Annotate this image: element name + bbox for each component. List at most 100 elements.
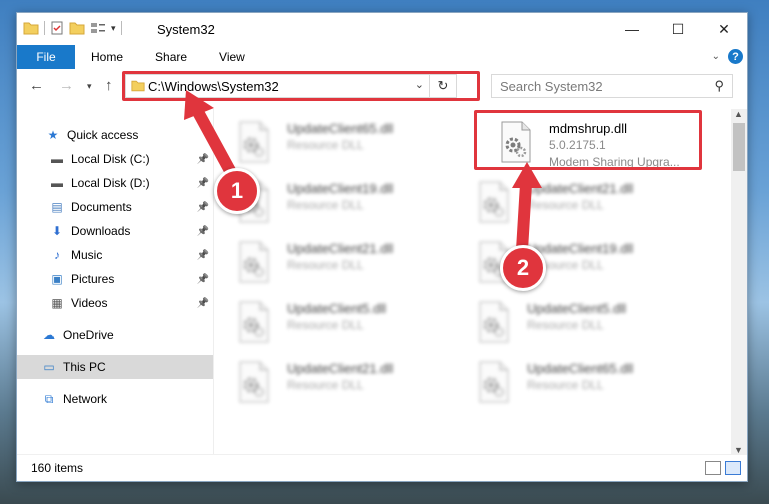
forward-icon[interactable]: → (59, 77, 74, 94)
sidebar-item-label: Network (63, 392, 108, 406)
file-item[interactable]: UpdateClient21.dll Resource DLL (455, 177, 681, 231)
new-folder-icon[interactable] (69, 21, 85, 35)
file-type: Resource DLL (287, 138, 364, 152)
file-type: Resource DLL (287, 318, 364, 332)
star-icon: ★ (47, 128, 59, 142)
pin-icon[interactable]: 📌 (197, 202, 209, 213)
sidebar-item-quick-access[interactable]: ★ Quick access (17, 123, 213, 147)
documents-icon: ▤ (51, 200, 63, 214)
file-name: UpdateClient21.dll (287, 241, 394, 256)
address-highlight-box (122, 71, 480, 101)
pin-icon[interactable]: 📌 (197, 226, 209, 237)
tab-home[interactable]: Home (75, 45, 139, 69)
music-icon: ♪ (54, 248, 60, 262)
dll-file-icon (477, 181, 511, 223)
minimize-button[interactable]: — (609, 13, 655, 45)
pin-icon[interactable]: 📌 (197, 274, 209, 285)
help-icon[interactable]: ? (728, 49, 743, 64)
pin-icon[interactable]: 📌 (197, 250, 209, 261)
item-count: 160 items (31, 461, 84, 475)
sidebar-item-videos[interactable]: ▦ Videos 📌 (17, 291, 213, 315)
download-icon: ⬇ (51, 224, 63, 238)
drive-icon: ▬ (51, 176, 63, 190)
file-name: UpdateClient21.dll (527, 181, 634, 196)
file-item[interactable]: UpdateClient21.dll Resource DLL (215, 237, 441, 291)
drive-icon: ▬ (51, 152, 63, 166)
file-item[interactable]: UpdateClient65.dll Resource DLL (215, 117, 441, 171)
details-view-icon[interactable] (705, 461, 721, 475)
window-title: System32 (157, 22, 215, 37)
file-item[interactable]: UpdateClient5.dll Resource DLL (455, 297, 681, 351)
pictures-icon: ▣ (51, 272, 63, 286)
sidebar-item-label: Downloads (71, 224, 131, 238)
sidebar-item-label: Local Disk (C:) (71, 152, 150, 166)
search-input[interactable]: Search System32 ⚲ (491, 74, 733, 98)
network-icon: ⧉ (44, 391, 54, 406)
navigation-pane: ★ Quick access ▬ Local Disk (C:) 📌 ▬ Local Dis… (17, 109, 213, 455)
tab-file[interactable]: File (17, 45, 75, 69)
close-button[interactable]: ✕ (701, 13, 747, 45)
sidebar-item-network[interactable]: ⧉ Network (17, 387, 213, 411)
file-name: UpdateClient21.dll (287, 361, 394, 376)
file-name: UpdateClient65.dll (287, 121, 394, 136)
maximize-button[interactable]: ☐ (655, 13, 701, 45)
dll-file-icon (477, 301, 511, 343)
back-icon[interactable]: ← (29, 77, 44, 94)
sidebar-item-documents[interactable]: ▤ Documents 📌 (17, 195, 213, 219)
file-item[interactable]: UpdateClient19.dll Resource DLL (455, 237, 681, 291)
file-item[interactable]: UpdateClient21.dll Resource DLL (215, 357, 441, 411)
up-icon[interactable]: ↑ (105, 77, 113, 94)
customize-icon[interactable] (90, 21, 106, 35)
dll-file-icon (237, 301, 271, 343)
sidebar-item-pictures[interactable]: ▣ Pictures 📌 (17, 267, 213, 291)
sidebar-item-label: Quick access (67, 128, 139, 142)
dll-file-icon (237, 241, 271, 283)
sidebar-item-label: Pictures (71, 272, 115, 286)
sidebar-item-local-disk-c[interactable]: ▬ Local Disk (C:) 📌 (17, 147, 213, 171)
sidebar-item-music[interactable]: ♪ Music 📌 (17, 243, 213, 267)
scroll-up-icon[interactable]: ▲ (734, 109, 743, 119)
file-item[interactable]: UpdateClient5.dll Resource DLL (215, 297, 441, 351)
ribbon-tabs: File Home Share View ⌄ ? (17, 45, 747, 69)
expand-ribbon-icon[interactable]: ⌄ (712, 51, 720, 62)
scroll-thumb[interactable] (733, 123, 745, 171)
dll-file-icon (237, 361, 271, 403)
file-name: UpdateClient65.dll (527, 361, 634, 376)
file-name: UpdateClient19.dll (287, 181, 394, 196)
status-bar: 160 items (17, 454, 747, 481)
search-icon: ⚲ (714, 78, 724, 93)
file-type: Resource DLL (287, 378, 364, 392)
pane-divider[interactable] (213, 109, 214, 455)
tab-share[interactable]: Share (139, 45, 203, 69)
file-highlight-box (474, 110, 702, 170)
pin-icon[interactable]: 📌 (197, 298, 209, 309)
tab-view[interactable]: View (203, 45, 261, 69)
sidebar-item-this-pc[interactable]: ▭ This PC (17, 355, 213, 379)
dll-file-icon (477, 361, 511, 403)
pin-icon[interactable]: 📌 (197, 154, 209, 165)
ribbon-right: ⌄ ? (712, 49, 743, 64)
sidebar-item-label: Local Disk (D:) (71, 176, 150, 190)
sidebar-item-label: Music (71, 248, 103, 262)
dropdown-icon[interactable]: ▾ (111, 23, 116, 34)
file-item[interactable]: UpdateClient65.dll Resource DLL (455, 357, 681, 411)
folder-icon[interactable] (23, 21, 39, 35)
search-placeholder: Search System32 (500, 78, 603, 94)
file-type: Resource DLL (287, 198, 364, 212)
properties-icon[interactable] (50, 21, 64, 35)
sidebar-item-label: OneDrive (63, 328, 114, 342)
sidebar-item-downloads[interactable]: ⬇ Downloads 📌 (17, 219, 213, 243)
pin-icon[interactable]: 📌 (197, 178, 209, 189)
step-badge-1: 1 (214, 168, 260, 214)
title-bar: ▾ System32 — ☐ ✕ (17, 13, 747, 45)
sidebar-item-label: This PC (63, 360, 106, 374)
tiles-view-icon[interactable] (725, 461, 741, 475)
sidebar-item-local-disk-d[interactable]: ▬ Local Disk (D:) 📌 (17, 171, 213, 195)
file-name: UpdateClient5.dll (527, 301, 627, 316)
sidebar-item-onedrive[interactable]: ☁ OneDrive (17, 323, 213, 347)
file-type: Resource DLL (527, 198, 604, 212)
recent-dropdown-icon[interactable]: ▾ (87, 81, 92, 92)
vertical-scrollbar[interactable]: ▲ ▼ (731, 109, 747, 455)
step-badge-2: 2 (500, 245, 546, 291)
window-controls: — ☐ ✕ (609, 13, 747, 45)
